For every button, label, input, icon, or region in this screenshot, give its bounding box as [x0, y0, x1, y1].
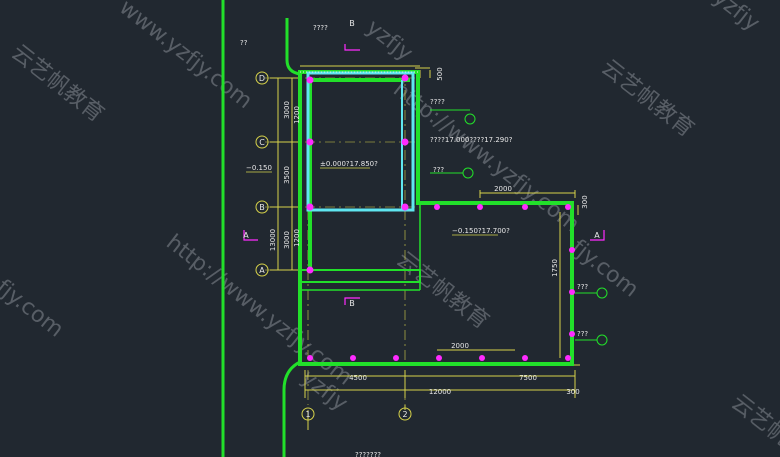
node	[306, 138, 314, 146]
dim-left-cb: 3500	[283, 166, 291, 184]
section-a-right: A	[594, 231, 600, 240]
node	[436, 355, 442, 361]
node	[565, 355, 571, 361]
node	[401, 203, 409, 211]
note-range: ????17.000????17.290?	[430, 136, 513, 144]
elevation-left: −0.150	[246, 164, 272, 172]
node	[307, 355, 313, 361]
dim-lower-span: 2000	[451, 342, 469, 350]
node	[522, 204, 528, 210]
node	[569, 247, 575, 253]
note-b: ???	[433, 166, 444, 174]
node	[393, 355, 399, 361]
dim-right-upper: 2000	[494, 185, 512, 193]
dim-left-ba-inner: 1200	[293, 229, 301, 247]
node	[522, 355, 528, 361]
axis-label-a: A	[259, 266, 265, 275]
dim-bottom-left: 4500	[349, 374, 367, 382]
dim-bottom-right: 7500	[519, 374, 537, 382]
node	[401, 138, 409, 146]
node	[434, 204, 440, 210]
cad-drawing-canvas[interactable]: 云艺帆教育 www.yzfjy.com yzfjy http://www.yzf…	[0, 0, 780, 457]
note-left: ??	[240, 39, 248, 47]
bottom-caption: ???????	[355, 451, 381, 457]
node	[306, 76, 314, 84]
node	[565, 204, 571, 210]
node	[306, 203, 314, 211]
axis-label-1: 1	[305, 410, 310, 419]
axis-label-b: B	[259, 203, 265, 212]
axis-label-2: 2	[402, 410, 407, 419]
section-a-left: A	[243, 231, 249, 240]
node	[401, 74, 409, 82]
node	[569, 331, 575, 337]
dim-left-total: 13000	[269, 229, 277, 251]
note-c: ???	[577, 283, 588, 291]
node	[479, 355, 485, 361]
dim-right-height: 1750	[551, 259, 559, 277]
dim-bottom-total: 12000	[429, 388, 451, 396]
dim-top-right: 500	[436, 67, 444, 80]
dim-bottom-corner: 300	[566, 388, 579, 396]
section-b-bottom: B	[349, 299, 355, 308]
dim-left-dc-inner: 1200	[293, 106, 301, 124]
dim-left-dc: 3000	[283, 101, 291, 119]
section-b-top: B	[349, 19, 355, 28]
node	[306, 266, 314, 274]
node	[350, 355, 356, 361]
elevation-right: −0.150?17.700?	[452, 227, 510, 235]
axis-label-d: D	[259, 74, 265, 83]
dim-right-mid: 300	[581, 195, 589, 208]
note-d: ???	[577, 330, 588, 338]
node	[477, 204, 483, 210]
dim-left-ba: 3000	[283, 231, 291, 249]
note-top: ????	[313, 24, 328, 32]
background	[0, 0, 780, 457]
note-a: ????	[430, 98, 445, 106]
node	[569, 289, 575, 295]
elevation-main: ±0.000?17.850?	[320, 160, 378, 168]
axis-label-c: C	[259, 138, 265, 147]
